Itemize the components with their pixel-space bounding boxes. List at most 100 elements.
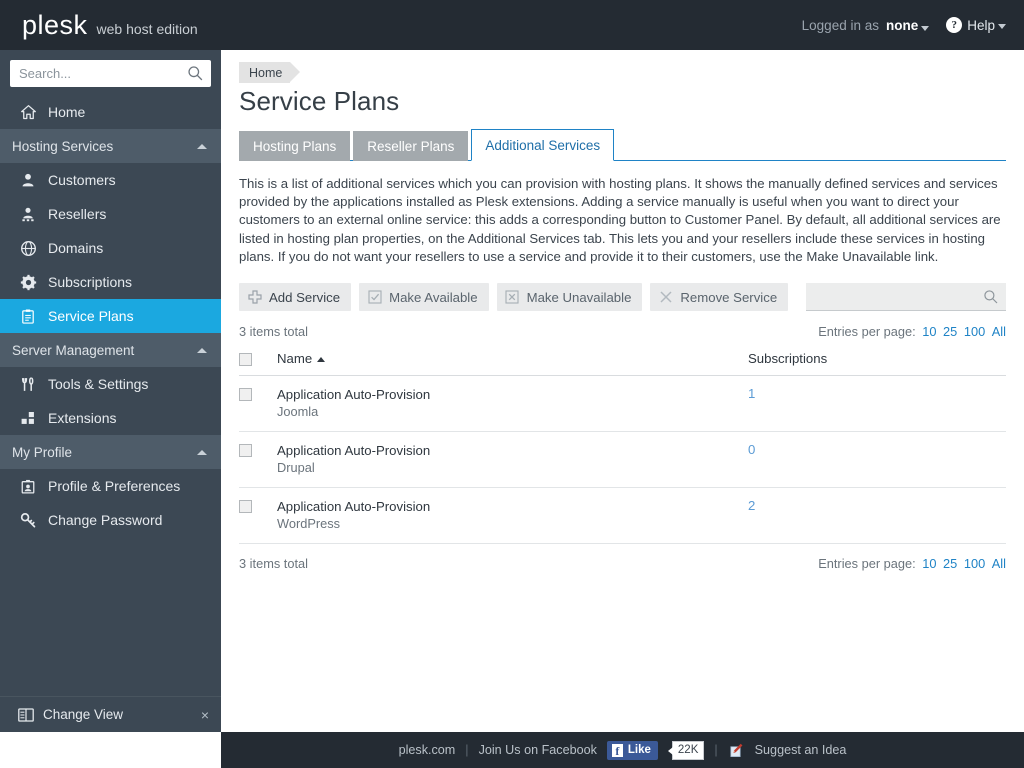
plesk-logo[interactable]: plesk web host edition xyxy=(22,12,198,39)
subscriptions-link[interactable]: 1 xyxy=(748,386,755,401)
sidebar-item-subscriptions[interactable]: Subscriptions xyxy=(0,265,221,299)
search-icon xyxy=(983,289,999,305)
row-name-cell: Application Auto-Provision WordPress xyxy=(277,488,748,544)
column-header-name-label: Name xyxy=(277,351,312,366)
page-description: This is a list of additional services wh… xyxy=(239,175,1006,266)
change-view-bar[interactable]: Change View × xyxy=(0,696,221,732)
row-name-cell: Application Auto-Provision Joomla xyxy=(277,376,748,432)
make-available-button[interactable]: Make Available xyxy=(359,283,488,311)
facebook-like-count: 22K xyxy=(672,741,704,760)
row-subscriptions-cell: 2 xyxy=(748,488,1006,544)
tools-icon xyxy=(18,374,38,394)
table-row[interactable]: Application Auto-Provision Joomla 1 xyxy=(239,376,1006,432)
sidebar-item-change-password[interactable]: Change Password xyxy=(0,503,221,537)
facebook-like-label: Like xyxy=(628,744,651,756)
sidebar-item-customers[interactable]: Customers xyxy=(0,163,221,197)
sidebar-item-domains[interactable]: Domains xyxy=(0,231,221,265)
sidebar-item-label: Service Plans xyxy=(48,308,134,324)
sidebar-section-server-management[interactable]: Server Management xyxy=(0,333,221,367)
join-facebook-link[interactable]: Join Us on Facebook xyxy=(479,743,597,757)
tab-bar: Hosting Plans Reseller Plans Additional … xyxy=(239,129,1006,161)
toolbar: Add Service Make Available Make Unavaila… xyxy=(239,282,1006,312)
sidebar-item-label: Profile & Preferences xyxy=(48,478,180,494)
row-checkbox[interactable] xyxy=(239,444,252,457)
pencil-note-icon xyxy=(728,743,743,758)
plus-icon xyxy=(247,290,262,305)
entries-per-page-100[interactable]: 100 xyxy=(964,556,985,571)
suggest-idea-link[interactable]: Suggest an Idea xyxy=(755,743,847,757)
column-header-name[interactable]: Name xyxy=(277,347,748,376)
facebook-like-button[interactable]: f Like xyxy=(607,741,658,760)
search-input[interactable] xyxy=(10,60,211,87)
entries-per-page-bottom: Entries per page: 10 25 100 All xyxy=(818,556,1006,571)
page-title: Service Plans xyxy=(239,86,1006,117)
sidebar-item-resellers[interactable]: Resellers xyxy=(0,197,221,231)
tab-additional-services[interactable]: Additional Services xyxy=(471,129,614,161)
list-search-box[interactable] xyxy=(806,283,1006,311)
breadcrumb-item-home[interactable]: Home xyxy=(239,62,290,83)
user-menu[interactable]: none xyxy=(886,18,929,33)
add-service-button[interactable]: Add Service xyxy=(239,283,351,311)
tab-hosting-plans[interactable]: Hosting Plans xyxy=(239,131,350,161)
sidebar-item-service-plans[interactable]: Service Plans xyxy=(0,299,221,333)
entries-per-page-10[interactable]: 10 xyxy=(922,324,936,339)
entries-per-page-top: Entries per page: 10 25 100 All xyxy=(818,324,1006,339)
remove-service-button[interactable]: Remove Service xyxy=(650,283,788,311)
row-select-cell xyxy=(239,432,277,488)
row-checkbox[interactable] xyxy=(239,388,252,401)
entries-per-page-label: Entries per page: xyxy=(818,324,915,339)
sidebar-item-label: Customers xyxy=(48,172,116,188)
close-icon[interactable]: × xyxy=(201,707,209,723)
entries-per-page-all[interactable]: All xyxy=(992,324,1006,339)
service-name: Application Auto-Provision xyxy=(277,498,748,515)
row-subscriptions-cell: 1 xyxy=(748,376,1006,432)
header-right-group: Logged in as none ? Help xyxy=(802,17,1006,33)
sidebar-search-row xyxy=(0,50,221,95)
search-box[interactable] xyxy=(10,60,211,87)
help-label: Help xyxy=(967,18,995,33)
entries-per-page-10[interactable]: 10 xyxy=(922,556,936,571)
select-all-checkbox[interactable] xyxy=(239,353,252,366)
help-menu[interactable]: ? Help xyxy=(936,17,1006,33)
list-search-input[interactable] xyxy=(806,283,1006,310)
gear-icon xyxy=(18,272,38,292)
entries-per-page-25[interactable]: 25 xyxy=(943,556,957,571)
service-app: Joomla xyxy=(277,403,748,420)
entries-per-page-100[interactable]: 100 xyxy=(964,324,985,339)
question-circle-icon: ? xyxy=(946,17,962,33)
entries-per-page-all[interactable]: All xyxy=(992,556,1006,571)
sidebar-section-label: Server Management xyxy=(12,343,134,358)
entries-per-page-25[interactable]: 25 xyxy=(943,324,957,339)
check-box-icon xyxy=(367,290,382,305)
column-header-subscriptions[interactable]: Subscriptions xyxy=(748,347,1006,376)
change-view-label: Change View xyxy=(43,707,123,722)
blocks-icon xyxy=(18,408,38,428)
tab-reseller-plans[interactable]: Reseller Plans xyxy=(353,131,468,161)
make-unavailable-button[interactable]: Make Unavailable xyxy=(497,283,643,311)
sidebar-item-extensions[interactable]: Extensions xyxy=(0,401,221,435)
sidebar-item-home[interactable]: Home xyxy=(0,95,221,129)
remove-service-label: Remove Service xyxy=(680,290,777,305)
subscriptions-link[interactable]: 2 xyxy=(748,498,755,513)
subscriptions-link[interactable]: 0 xyxy=(748,442,755,457)
row-checkbox[interactable] xyxy=(239,500,252,513)
items-total-top: 3 items total xyxy=(239,324,308,339)
table-row[interactable]: Application Auto-Provision WordPress 2 xyxy=(239,488,1006,544)
id-card-icon xyxy=(18,476,38,496)
sidebar-item-profile-preferences[interactable]: Profile & Preferences xyxy=(0,469,221,503)
sidebar-section-hosting-services[interactable]: Hosting Services xyxy=(0,129,221,163)
table-header-row: Name Subscriptions xyxy=(239,347,1006,376)
sidebar-item-label: Tools & Settings xyxy=(48,376,148,392)
table-row[interactable]: Application Auto-Provision Drupal 0 xyxy=(239,432,1006,488)
row-subscriptions-cell: 0 xyxy=(748,432,1006,488)
logged-in-username: none xyxy=(886,18,918,33)
sidebar-item-tools-settings[interactable]: Tools & Settings xyxy=(0,367,221,401)
caret-down-icon xyxy=(998,24,1006,29)
make-available-label: Make Available xyxy=(389,290,477,305)
plesk-com-link[interactable]: plesk.com xyxy=(399,743,456,757)
scissors-x-icon xyxy=(658,290,673,305)
sidebar-section-my-profile[interactable]: My Profile xyxy=(0,435,221,469)
sidebar-item-label: Home xyxy=(48,104,85,120)
x-box-icon xyxy=(505,290,520,305)
list-info-bottom: 3 items total Entries per page: 10 25 10… xyxy=(239,544,1006,579)
